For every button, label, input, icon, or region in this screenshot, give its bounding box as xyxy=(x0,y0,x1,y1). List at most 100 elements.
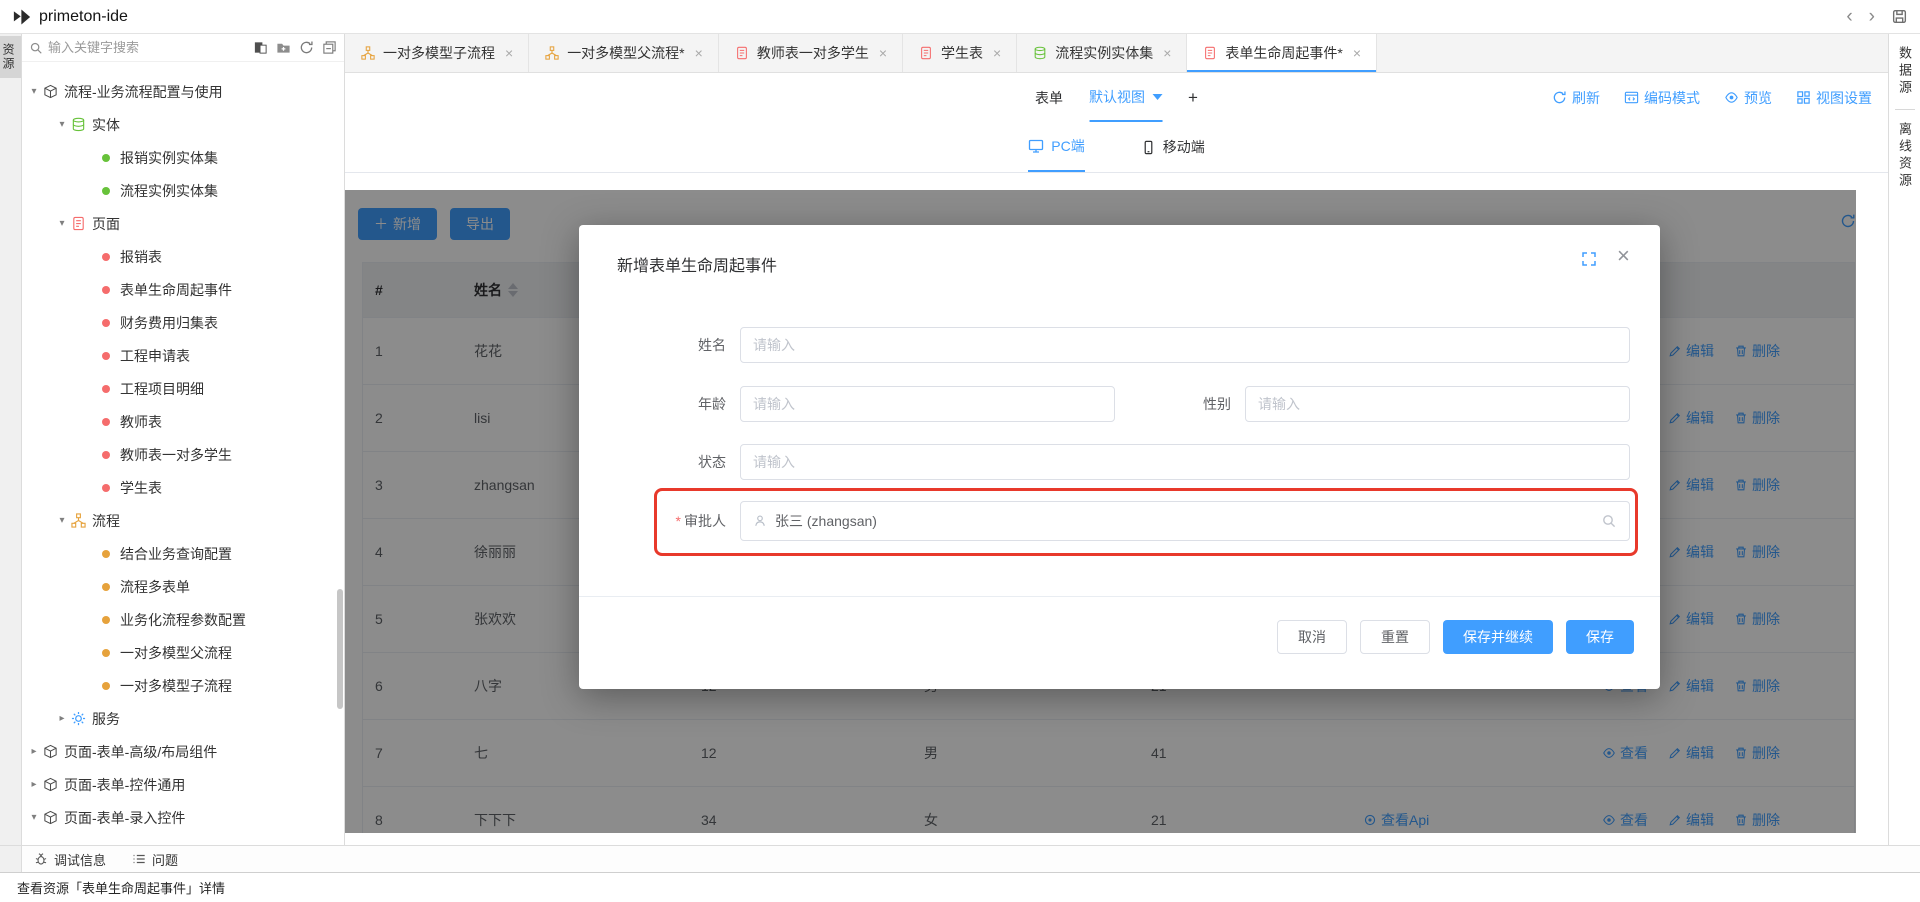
tree-item-label: 页面-表单-控件通用 xyxy=(64,775,185,795)
tree-item[interactable]: 流程多表单 xyxy=(22,570,344,603)
tree-item[interactable]: 一对多模型父流程 xyxy=(22,636,344,669)
save-button[interactable]: 保存 xyxy=(1566,620,1634,654)
tree-item-label: 一对多模型父流程 xyxy=(120,643,232,663)
mobile-view-tab[interactable]: 移动端 xyxy=(1141,122,1205,172)
code-mode-icon xyxy=(1624,90,1639,105)
tree-item-label: 流程实例实体集 xyxy=(120,181,218,201)
tree-item[interactable]: 工程申请表 xyxy=(22,339,344,372)
field-row-age-sex: 年龄 性别 xyxy=(579,386,1630,422)
tree-item[interactable]: 页面 xyxy=(22,207,344,240)
preview-action[interactable]: 预览 xyxy=(1724,88,1772,108)
resource-tree: 流程-业务流程配置与使用 实体 xyxy=(22,62,344,834)
tree-item[interactable]: 流程 xyxy=(22,504,344,537)
tree-item[interactable]: 教师表一对多学生 xyxy=(22,438,344,471)
tree-item[interactable]: 结合业务查询配置 xyxy=(22,537,344,570)
tree-item[interactable]: 财务费用归集表 xyxy=(22,306,344,339)
tree-item[interactable]: 页面-表单-高级/布局组件 xyxy=(22,735,344,768)
fullscreen-icon[interactable] xyxy=(1581,251,1597,267)
offline-resources-panel-tab[interactable]: 离线资源 xyxy=(1895,122,1914,190)
save-and-continue-button[interactable]: 保存并继续 xyxy=(1443,620,1553,654)
problems-tab[interactable]: 问题 xyxy=(132,850,178,869)
tree-expand-arrow-icon[interactable] xyxy=(56,218,68,229)
tree-item[interactable]: 表单生命周起事件 xyxy=(22,273,344,306)
editor-tab[interactable]: 一对多模型子流程 xyxy=(345,34,529,72)
tab-close-icon[interactable] xyxy=(993,45,1001,61)
add-record-dialog: 新增表单生命周起事件 姓名 年龄 性别 状态 *审批人 张三 (zhangsan… xyxy=(579,225,1660,689)
sex-field[interactable] xyxy=(1245,386,1630,422)
refresh-icon xyxy=(1552,90,1567,105)
collapse-all-icon[interactable] xyxy=(322,40,337,55)
tree-item[interactable]: 学生表 xyxy=(22,471,344,504)
tree-expand-arrow-icon[interactable] xyxy=(28,746,40,757)
debug-info-tab[interactable]: 调试信息 xyxy=(34,850,106,869)
refresh-action[interactable]: 刷新 xyxy=(1552,88,1600,108)
tree-item[interactable]: 实体 xyxy=(22,108,344,141)
tree-item[interactable]: 页面-表单-控件通用 xyxy=(22,768,344,801)
debug-info-label: 调试信息 xyxy=(54,850,106,869)
tab-close-icon[interactable] xyxy=(1353,45,1361,61)
cancel-button[interactable]: 取消 xyxy=(1277,620,1347,654)
nav-back-icon[interactable]: ‹ xyxy=(1846,7,1852,26)
form-tab[interactable]: 表单 xyxy=(1035,88,1063,108)
reset-button[interactable]: 重置 xyxy=(1360,620,1430,654)
default-view-tab[interactable]: 默认视图 xyxy=(1089,73,1162,122)
tree-dot-icon xyxy=(102,253,110,261)
refresh-label: 刷新 xyxy=(1572,88,1600,108)
tab-label: 学生表 xyxy=(941,43,983,63)
tree-expand-arrow-icon[interactable] xyxy=(56,119,68,130)
tree-item[interactable]: 工程项目明细 xyxy=(22,372,344,405)
tree-item-icon xyxy=(98,579,114,595)
editor-tab[interactable]: 学生表 xyxy=(903,34,1017,72)
tree-expand-arrow-icon[interactable] xyxy=(28,812,40,823)
tab-close-icon[interactable] xyxy=(1163,45,1171,61)
problems-label: 问题 xyxy=(152,850,178,869)
status-bar: 查看资源「表单生命周起事件」详情 xyxy=(0,872,1920,902)
tab-close-icon[interactable] xyxy=(505,45,513,61)
tab-close-icon[interactable] xyxy=(695,45,703,61)
add-view-button[interactable]: + xyxy=(1188,88,1198,108)
approver-field[interactable]: 张三 (zhangsan) xyxy=(740,501,1630,541)
tree-expand-arrow-icon[interactable] xyxy=(28,86,40,97)
tree-item[interactable]: 报销表 xyxy=(22,240,344,273)
refresh-icon[interactable] xyxy=(299,40,314,55)
tab-close-icon[interactable] xyxy=(879,45,887,61)
editor-tab[interactable]: 流程实例实体集 xyxy=(1017,34,1187,72)
tree-item[interactable]: 流程-业务流程配置与使用 xyxy=(22,75,344,108)
tree-item[interactable]: 业务化流程参数配置 xyxy=(22,603,344,636)
save-all-icon[interactable] xyxy=(1891,8,1908,25)
view-settings-action[interactable]: 视图设置 xyxy=(1796,88,1872,108)
tree-expand-arrow-icon[interactable] xyxy=(56,713,68,724)
tab-label: 流程实例实体集 xyxy=(1055,43,1153,63)
nav-forward-icon[interactable]: › xyxy=(1869,7,1875,26)
panel-divider xyxy=(1895,109,1915,110)
field-row-approver: *审批人 张三 (zhangsan) xyxy=(579,501,1630,541)
code-mode-action[interactable]: 编码模式 xyxy=(1624,88,1700,108)
tree-item[interactable]: 一对多模型子流程 xyxy=(22,669,344,702)
tree-expand-arrow-icon[interactable] xyxy=(28,779,40,790)
pc-view-tab[interactable]: PC端 xyxy=(1028,122,1084,172)
tree-item-label: 报销表 xyxy=(120,247,162,267)
status-field[interactable] xyxy=(740,444,1630,480)
tree-item[interactable]: 流程实例实体集 xyxy=(22,174,344,207)
tree-dot-icon xyxy=(102,649,110,657)
search-input[interactable] xyxy=(48,40,248,55)
datasource-panel-tab[interactable]: 数据源 xyxy=(1895,46,1914,97)
tree-item[interactable]: 报销实例实体集 xyxy=(22,141,344,174)
editor-tab[interactable]: 表单生命周起事件* xyxy=(1187,34,1377,72)
close-icon[interactable] xyxy=(1617,243,1630,269)
tree-expand-arrow-icon[interactable] xyxy=(56,515,68,526)
sidebar-scrollbar[interactable] xyxy=(337,589,343,709)
new-folder-icon[interactable] xyxy=(276,40,291,55)
tree-item[interactable]: 页面-表单-录入控件 xyxy=(22,801,344,834)
resources-strip-tab[interactable]: 资源 xyxy=(0,36,21,78)
view-toolbar-actions: 刷新 编码模式 预览 视图设置 xyxy=(1552,88,1888,108)
tree-item[interactable]: 服务 xyxy=(22,702,344,735)
name-field[interactable] xyxy=(740,327,1630,363)
editor-tab[interactable]: 一对多模型父流程* xyxy=(529,34,719,72)
tree-item[interactable]: 教师表 xyxy=(22,405,344,438)
editor-tab[interactable]: 教师表一对多学生 xyxy=(719,34,903,72)
new-resource-icon[interactable] xyxy=(253,40,268,55)
approver-search-icon[interactable] xyxy=(1601,513,1617,529)
tab-type-icon xyxy=(544,45,560,61)
age-field[interactable] xyxy=(740,386,1115,422)
